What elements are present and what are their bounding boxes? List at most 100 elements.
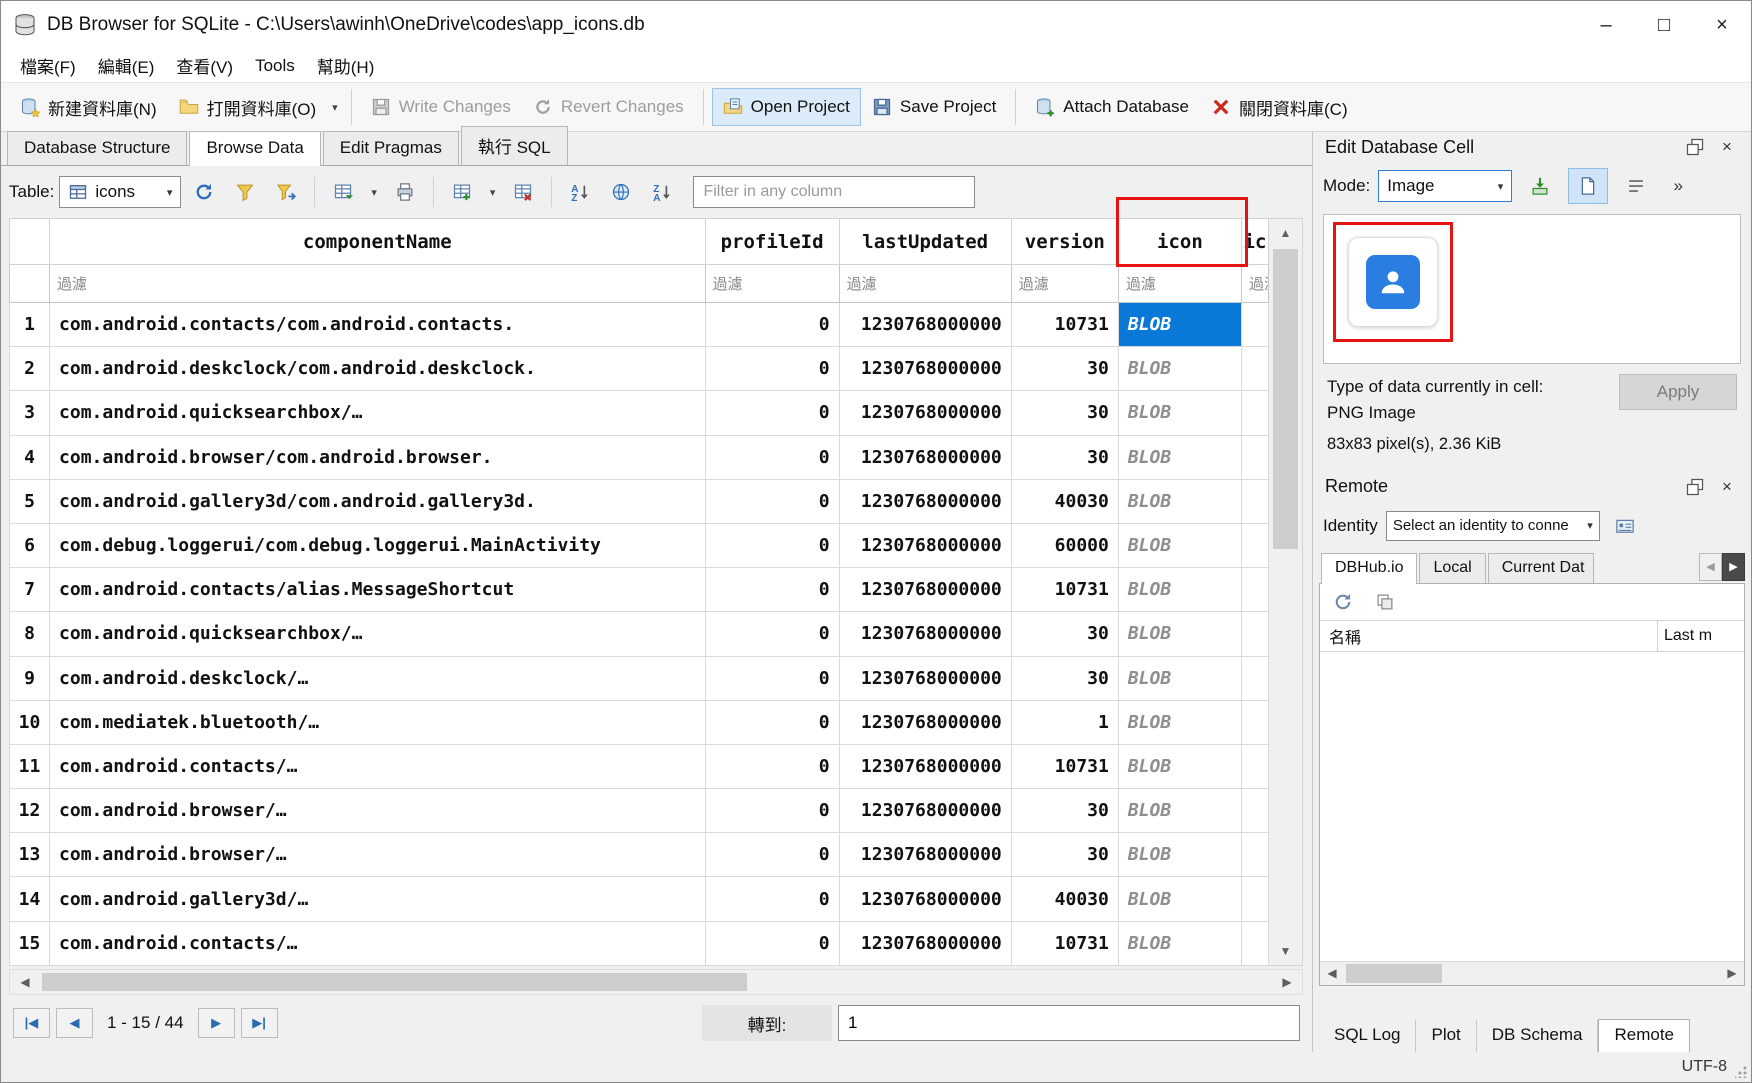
row-number[interactable]: 3 <box>10 391 50 435</box>
cell-icon[interactable]: BLOB <box>1118 568 1241 612</box>
cell-profileId[interactable]: 0 <box>705 833 839 877</box>
cell-componentName[interactable]: com.android.quicksearchbox/… <box>50 612 706 656</box>
cell-partial[interactable] <box>1241 700 1268 744</box>
sort-ascending-button[interactable]: AZ <box>562 174 598 210</box>
cell-icon[interactable]: BLOB <box>1118 435 1241 479</box>
cell-version[interactable]: 1 <box>1011 700 1118 744</box>
cell-version[interactable]: 30 <box>1011 347 1118 391</box>
cell-componentName[interactable]: com.android.contacts/… <box>50 744 706 788</box>
cell-icon[interactable]: BLOB <box>1118 479 1241 523</box>
previous-page-button[interactable]: ◀ <box>56 1008 93 1038</box>
cell-lastUpdated[interactable]: 1230768000000 <box>839 303 1011 347</box>
last-page-button[interactable]: ▶| <box>241 1008 278 1038</box>
cell-partial[interactable] <box>1241 523 1268 567</box>
cell-componentName[interactable]: com.android.browser/… <box>50 789 706 833</box>
tab-database-structure[interactable]: Database Structure <box>7 131 187 165</box>
remote-scrollbar-track[interactable] <box>1344 962 1720 985</box>
tab-dbhub-io[interactable]: DBHub.io <box>1321 553 1417 584</box>
cell-profileId[interactable]: 0 <box>705 568 839 612</box>
cell-componentName[interactable]: com.android.contacts/alias.MessageShortc… <box>50 568 706 612</box>
cell-lastUpdated[interactable]: 1230768000000 <box>839 833 1011 877</box>
filter-input-icon[interactable]: 過濾 <box>1118 265 1241 303</box>
cell-partial[interactable] <box>1241 303 1268 347</box>
cell-lastUpdated[interactable]: 1230768000000 <box>839 789 1011 833</box>
print-button[interactable] <box>387 174 423 210</box>
open-project-button[interactable]: Open Project <box>712 88 861 126</box>
revert-changes-button[interactable]: Revert Changes <box>522 88 695 126</box>
close-panel-button[interactable]: × <box>1711 474 1743 500</box>
cell-partial[interactable] <box>1241 744 1268 788</box>
cell-partial[interactable] <box>1241 435 1268 479</box>
cell-partial[interactable] <box>1241 921 1268 965</box>
cell-version[interactable]: 30 <box>1011 656 1118 700</box>
cell-lastUpdated[interactable]: 1230768000000 <box>839 877 1011 921</box>
first-page-button[interactable]: |◀ <box>13 1008 50 1038</box>
row-number[interactable]: 6 <box>10 523 50 567</box>
cell-profileId[interactable]: 0 <box>705 921 839 965</box>
dock-tab-remote[interactable]: Remote <box>1598 1019 1690 1052</box>
cell-version[interactable]: 10731 <box>1011 744 1118 788</box>
cell-componentName[interactable]: com.android.contacts/… <box>50 921 706 965</box>
cell-componentName[interactable]: com.android.browser/com.android.browser. <box>50 435 706 479</box>
filter-input-componentName[interactable]: 過濾 <box>50 265 706 303</box>
row-number[interactable]: 13 <box>10 833 50 877</box>
scroll-up-button[interactable]: ▲ <box>1269 219 1302 247</box>
list-column-name[interactable]: 名稱 <box>1320 621 1658 651</box>
remote-file-list[interactable] <box>1320 652 1744 961</box>
cell-profileId[interactable]: 0 <box>705 700 839 744</box>
close-button[interactable]: × <box>1693 1 1751 49</box>
maximize-button[interactable]: □ <box>1635 1 1693 49</box>
list-column-last-modified[interactable]: Last m <box>1658 623 1744 649</box>
dock-tab-db-schema[interactable]: DB Schema <box>1477 1020 1599 1052</box>
toolbar-overflow-button[interactable]: » <box>1664 168 1692 204</box>
cell-version[interactable]: 30 <box>1011 391 1118 435</box>
filter-input-profileId[interactable]: 過濾 <box>705 265 839 303</box>
cell-icon[interactable]: BLOB <box>1118 833 1241 877</box>
row-number[interactable]: 7 <box>10 568 50 612</box>
save-filter-button[interactable] <box>268 174 304 210</box>
cell-partial[interactable] <box>1241 479 1268 523</box>
open-database-dropdown-caret[interactable]: ▾ <box>327 93 343 122</box>
cell-version[interactable]: 30 <box>1011 612 1118 656</box>
menu-tools[interactable]: Tools <box>244 52 306 80</box>
row-number[interactable]: 12 <box>10 789 50 833</box>
encoding-indicator[interactable]: UTF-8 <box>1682 1058 1727 1076</box>
scroll-left-button[interactable]: ◀ <box>1320 966 1344 980</box>
cell-partial[interactable] <box>1241 391 1268 435</box>
save-table-button[interactable] <box>325 174 361 210</box>
cell-componentName[interactable]: com.debug.loggerui/com.debug.loggerui.Ma… <box>50 523 706 567</box>
row-number[interactable]: 14 <box>10 877 50 921</box>
close-panel-button[interactable]: × <box>1711 134 1743 160</box>
cell-componentName[interactable]: com.android.browser/… <box>50 833 706 877</box>
cell-icon[interactable]: BLOB <box>1118 347 1241 391</box>
cell-profileId[interactable]: 0 <box>705 789 839 833</box>
cell-lastUpdated[interactable]: 1230768000000 <box>839 921 1011 965</box>
new-database-button[interactable]: 新建資料庫(N) <box>9 86 168 129</box>
cell-version[interactable]: 30 <box>1011 435 1118 479</box>
apply-button[interactable]: Apply <box>1619 374 1737 410</box>
cell-profileId[interactable]: 0 <box>705 612 839 656</box>
cell-lastUpdated[interactable]: 1230768000000 <box>839 391 1011 435</box>
scroll-down-button[interactable]: ▼ <box>1269 937 1302 965</box>
filter-any-column-input[interactable] <box>693 176 975 208</box>
float-panel-button[interactable] <box>1679 134 1711 160</box>
tab-edit-pragmas[interactable]: Edit Pragmas <box>323 131 459 165</box>
cell-profileId[interactable]: 0 <box>705 479 839 523</box>
filter-input-version[interactable]: 過濾 <box>1011 265 1118 303</box>
cell-componentName[interactable]: com.android.deskclock/com.android.deskcl… <box>50 347 706 391</box>
write-changes-button[interactable]: Write Changes <box>360 88 522 126</box>
remote-scrollbar-thumb[interactable] <box>1346 964 1442 983</box>
cell-lastUpdated[interactable]: 1230768000000 <box>839 523 1011 567</box>
cell-lastUpdated[interactable]: 1230768000000 <box>839 435 1011 479</box>
tab-scroll-right-button[interactable]: ▶ <box>1722 553 1745 581</box>
menu-view[interactable]: 查看(V) <box>165 49 244 82</box>
horizontal-scrollbar-track[interactable] <box>40 970 1272 994</box>
cell-icon[interactable]: BLOB <box>1118 789 1241 833</box>
cell-profileId[interactable]: 0 <box>705 303 839 347</box>
cell-lastUpdated[interactable]: 1230768000000 <box>839 347 1011 391</box>
cell-profileId[interactable]: 0 <box>705 391 839 435</box>
import-data-button[interactable] <box>1520 168 1560 204</box>
cell-lastUpdated[interactable]: 1230768000000 <box>839 612 1011 656</box>
save-table-dropdown-caret[interactable]: ▾ <box>366 178 382 207</box>
cell-componentName[interactable]: com.mediatek.bluetooth/… <box>50 700 706 744</box>
